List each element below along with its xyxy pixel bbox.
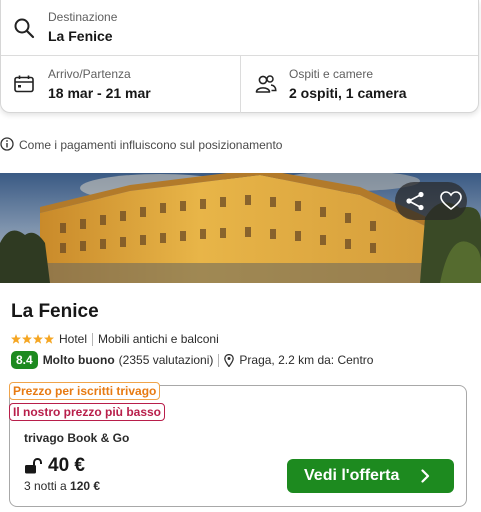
offer-provider: trivago Book & Go bbox=[24, 431, 130, 445]
calendar-icon bbox=[14, 75, 34, 98]
rating-row[interactable]: 8.4 Molto buono (2355 valutazioni) Praga… bbox=[11, 351, 373, 369]
dates-value: 18 mar - 21 mar bbox=[48, 85, 151, 101]
star-icon bbox=[33, 334, 43, 344]
guests-label: Ospiti e camere bbox=[289, 67, 374, 81]
view-offer-label: Vedi l'offerta bbox=[304, 467, 400, 484]
hotel-meta: Hotel Mobili antichi e balconi bbox=[11, 332, 219, 346]
dates-field[interactable]: Arrivo/Partenza 18 mar - 21 mar bbox=[1, 56, 240, 113]
guests-field[interactable]: Ospiti e camere 2 ospiti, 1 camera bbox=[241, 56, 480, 113]
rating-count: (2355 valutazioni) bbox=[118, 353, 214, 367]
nights-text: 3 notti a bbox=[24, 479, 67, 493]
members-price-tag: Prezzo per iscritti trivago bbox=[9, 382, 161, 400]
hotel-type: Hotel bbox=[59, 332, 88, 346]
ranking-info-link[interactable]: Come i pagamenti influiscono sul posizio… bbox=[0, 136, 283, 154]
hotel-name[interactable]: La Fenice bbox=[11, 301, 99, 323]
heart-icon[interactable] bbox=[440, 191, 462, 216]
ranking-info-text: Come i pagamenti influiscono sul posizio… bbox=[19, 138, 283, 152]
rating-text: Molto buono bbox=[42, 353, 115, 367]
rating-divider bbox=[218, 353, 220, 367]
total-price: 120 € bbox=[70, 479, 101, 493]
view-offer-button[interactable]: Vedi l'offerta bbox=[287, 459, 454, 493]
guests-icon bbox=[255, 74, 277, 99]
price-row: 40 € bbox=[24, 455, 85, 477]
destination-value: La Fenice bbox=[48, 28, 113, 44]
nights-total: 3 notti a 120 € bbox=[24, 479, 100, 493]
search-icon bbox=[13, 17, 35, 44]
guests-value: 2 ospiti, 1 camera bbox=[289, 85, 407, 101]
hotel-feature: Mobili antichi e balconi bbox=[98, 332, 219, 346]
dates-label: Arrivo/Partenza bbox=[48, 67, 131, 81]
search-panel: Destinazione La Fenice Arrivo/Partenza 1… bbox=[0, 0, 479, 113]
map-pin-icon bbox=[224, 353, 235, 367]
chevron-right-icon bbox=[421, 469, 430, 488]
unlocked-padlock-icon bbox=[24, 458, 42, 474]
star-rating bbox=[11, 334, 55, 344]
lowest-price-tag: Il nostro prezzo più basso bbox=[9, 403, 166, 421]
info-icon bbox=[0, 136, 14, 154]
destination-label: Destinazione bbox=[48, 10, 118, 24]
destination-field[interactable]: Destinazione La Fenice bbox=[1, 0, 478, 56]
star-icon bbox=[44, 334, 54, 344]
star-icon bbox=[22, 334, 32, 344]
rating-score-badge: 8.4 bbox=[11, 351, 38, 369]
hotel-location: Praga, 2.2 km da: Centro bbox=[239, 353, 374, 367]
star-icon bbox=[11, 334, 21, 344]
share-icon[interactable] bbox=[404, 191, 426, 216]
meta-divider bbox=[92, 332, 94, 346]
offer-price: 40 € bbox=[48, 455, 85, 476]
